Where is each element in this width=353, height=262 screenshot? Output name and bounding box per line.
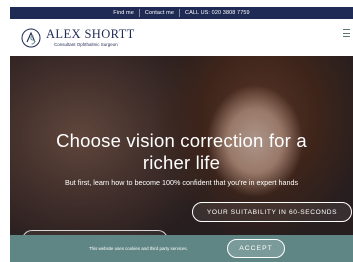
call-us-link[interactable]: CALL US: 020 3808 7759 [180,10,255,16]
find-me-link[interactable]: Find me [108,10,139,16]
logo-name: ALEX SHORTT [46,27,135,41]
hamburger-menu-icon[interactable] [343,29,350,37]
cookie-consent-bar: This website uses cookies and third part… [10,235,353,262]
site-logo[interactable]: ALEX SHORTT Consultant Ophthalmic Surgeo… [21,28,135,48]
site-header: ALEX SHORTT Consultant Ophthalmic Surgeo… [10,19,353,56]
hero-subtitle: But first, learn how to become 100% conf… [64,178,299,187]
suitability-test-button[interactable]: YOUR SUITABILITY IN 60-SECONDS [192,202,352,222]
hero-banner: Choose vision correction for a richer li… [10,56,353,262]
contact-me-link[interactable]: Contact me [140,10,179,16]
logo-emblem-icon [21,28,41,47]
top-utility-bar: Find me Contact me CALL US: 020 3808 775… [10,7,353,19]
accept-cookies-button[interactable]: ACCEPT [227,239,285,258]
logo-tagline: Consultant Ophthalmic Surgeon [54,41,118,47]
hero-title: Choose vision correction for a richer li… [56,130,307,173]
cookie-notice-text: This website uses cookies and third part… [89,246,188,251]
